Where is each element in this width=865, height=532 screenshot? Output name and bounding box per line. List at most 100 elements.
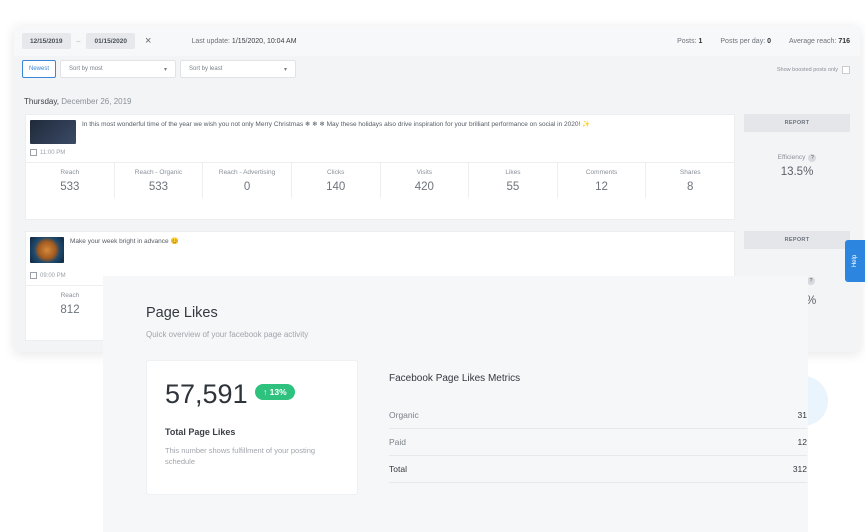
help-icon[interactable]: ? (807, 277, 815, 285)
post-thumbnail[interactable] (30, 120, 76, 144)
posts-value: 1 (698, 37, 703, 45)
metric-value: 8 (686, 181, 694, 193)
clear-dates-icon[interactable]: × (145, 35, 151, 47)
top-bar: 12/15/2019 – 01/15/2020 × Last update: 1… (14, 26, 860, 56)
post-header: In this most wonderful time of the year … (26, 115, 734, 149)
post-side-panel: REPORT Efficiency? 13.5% (744, 114, 850, 178)
table-row: Paid 12 (389, 429, 807, 456)
metric-label: Reach - Advertising (218, 169, 276, 176)
help-tab[interactable]: Help (845, 240, 865, 282)
metric-value: 533 (60, 181, 80, 193)
likes-metrics-table: Organic 31 Paid 12 Total 312 (389, 402, 807, 483)
sort-least-select[interactable]: Sort by least ▾ (180, 60, 297, 78)
post-time-value: 11:00 PM (40, 149, 66, 156)
post-card: In this most wonderful time of the year … (25, 114, 735, 220)
date-separator: – (76, 37, 81, 45)
total-likes-box: 57,591 ↑ 13% Total Page Likes This numbe… (146, 360, 358, 495)
posts-per-day-stat: Posts per day: 0 (720, 38, 771, 45)
metric-label: Shares (679, 169, 701, 176)
summary-stats: Posts: 1 Posts per day: 0 Average reach:… (677, 38, 850, 45)
metric-label: Clicks (327, 169, 345, 176)
posts-label: Posts: (677, 37, 697, 45)
posts-stat: Posts: 1 (677, 38, 702, 45)
metric-reach-advertising: Reach - Advertising 0 (203, 163, 292, 198)
metric-reach-organic: Reach - Organic 533 (115, 163, 204, 198)
posts-per-day-label: Posts per day: (720, 37, 766, 45)
post-time: 11:00 PM (26, 149, 734, 156)
metric-value: 140 (326, 181, 346, 193)
date-to-input[interactable]: 01/15/2020 (86, 33, 135, 49)
efficiency-text: Efficiency (777, 154, 806, 161)
sort-least-label: Sort by least (189, 66, 223, 72)
metric-value: 812 (60, 304, 80, 316)
post-time-value: 09:00 PM (40, 272, 66, 279)
boosted-checkbox[interactable] (842, 66, 850, 74)
row-value: 312 (792, 464, 807, 474)
row-value: 31 (797, 410, 807, 420)
metric-value: 0 (243, 181, 251, 193)
metric-label: Likes (505, 169, 521, 176)
metric-value: 12 (595, 181, 608, 193)
help-icon[interactable]: ? (808, 154, 817, 162)
metric-label: Visits (416, 169, 433, 176)
row-label: Organic (389, 410, 419, 420)
metric-value: 533 (148, 181, 169, 193)
post-text: In this most wonderful time of the year … (82, 121, 591, 128)
change-badge: ↑ 13% (255, 384, 295, 400)
filter-bar: Newest Sort by most ▾ Sort by least ▾ (22, 60, 297, 78)
average-reach-label: Average reach: (789, 37, 837, 45)
day-weekday: Thursday, (24, 97, 59, 106)
metric-value: 55 (506, 181, 520, 193)
posts-per-day-value: 0 (767, 37, 771, 45)
metric-label: Reach - Organic (134, 169, 183, 176)
metrics-title: Facebook Page Likes Metrics (389, 373, 521, 384)
total-likes-value: 57,591 (165, 379, 248, 409)
post-side-panel: REPORT ? % (744, 231, 850, 307)
post-metrics: Reach 533 Reach - Organic 533 Reach - Adve… (26, 162, 734, 198)
post-thumbnail[interactable] (30, 237, 64, 263)
average-reach-value: 716 (838, 37, 850, 45)
row-value: 12 (797, 437, 807, 447)
date-from-input[interactable]: 12/15/2019 (22, 33, 71, 49)
card-subtitle: Quick overview of your facebook page act… (146, 330, 309, 339)
metric-reach: Reach 533 (26, 163, 115, 198)
metric-comments: Comments 12 (558, 163, 647, 198)
sort-most-label: Sort by most (69, 66, 103, 72)
last-update-label: Last update: (191, 37, 230, 45)
day-date: December 26, 2019 (61, 97, 132, 106)
total-likes-description: This number shows fulfillment of your po… (165, 446, 316, 466)
metric-clicks: Clicks 140 (292, 163, 381, 198)
sort-most-select[interactable]: Sort by most ▾ (60, 60, 177, 78)
metric-label: Reach (60, 169, 80, 176)
boosted-label: Show boosted posts only (776, 67, 838, 73)
row-label: Paid (389, 437, 407, 447)
metric-likes: Likes 55 (469, 163, 558, 198)
metric-value: 420 (414, 181, 434, 193)
metric-reach: Reach 812 (26, 286, 114, 321)
metric-label: Reach (60, 292, 80, 299)
calendar-icon (30, 149, 37, 156)
report-button[interactable]: REPORT (744, 231, 850, 249)
calendar-icon (30, 272, 37, 279)
last-update-value: 1/15/2020, 10:04 AM (231, 37, 297, 45)
metric-visits: Visits 420 (381, 163, 470, 198)
newest-button[interactable]: Newest (22, 60, 57, 78)
last-update: Last update: 1/15/2020, 10:04 AM (191, 38, 296, 45)
total-likes-label: Total Page Likes (165, 427, 236, 437)
help-label: Help (852, 254, 858, 268)
chevron-down-icon: ▾ (284, 66, 288, 73)
metric-shares: Shares 8 (646, 163, 734, 198)
average-reach-stat: Average reach: 716 (789, 38, 850, 45)
post-text: Make your week bright in advance 😊 (70, 238, 179, 245)
page-likes-card: Page Likes Quick overview of your facebo… (103, 276, 808, 532)
day-heading: Thursday, December 26, 2019 (24, 97, 131, 106)
row-label: Total (389, 464, 407, 474)
boosted-toggle[interactable]: Show boosted posts only (777, 66, 850, 74)
card-title: Page Likes (146, 305, 218, 321)
efficiency-label: Efficiency? (744, 154, 850, 162)
efficiency-value: 13.5% (780, 166, 814, 178)
report-button[interactable]: REPORT (744, 114, 850, 132)
table-row: Organic 31 (389, 402, 807, 429)
post-header: Make your week bright in advance 😊 (26, 232, 734, 268)
metric-label: Comments (585, 169, 618, 176)
